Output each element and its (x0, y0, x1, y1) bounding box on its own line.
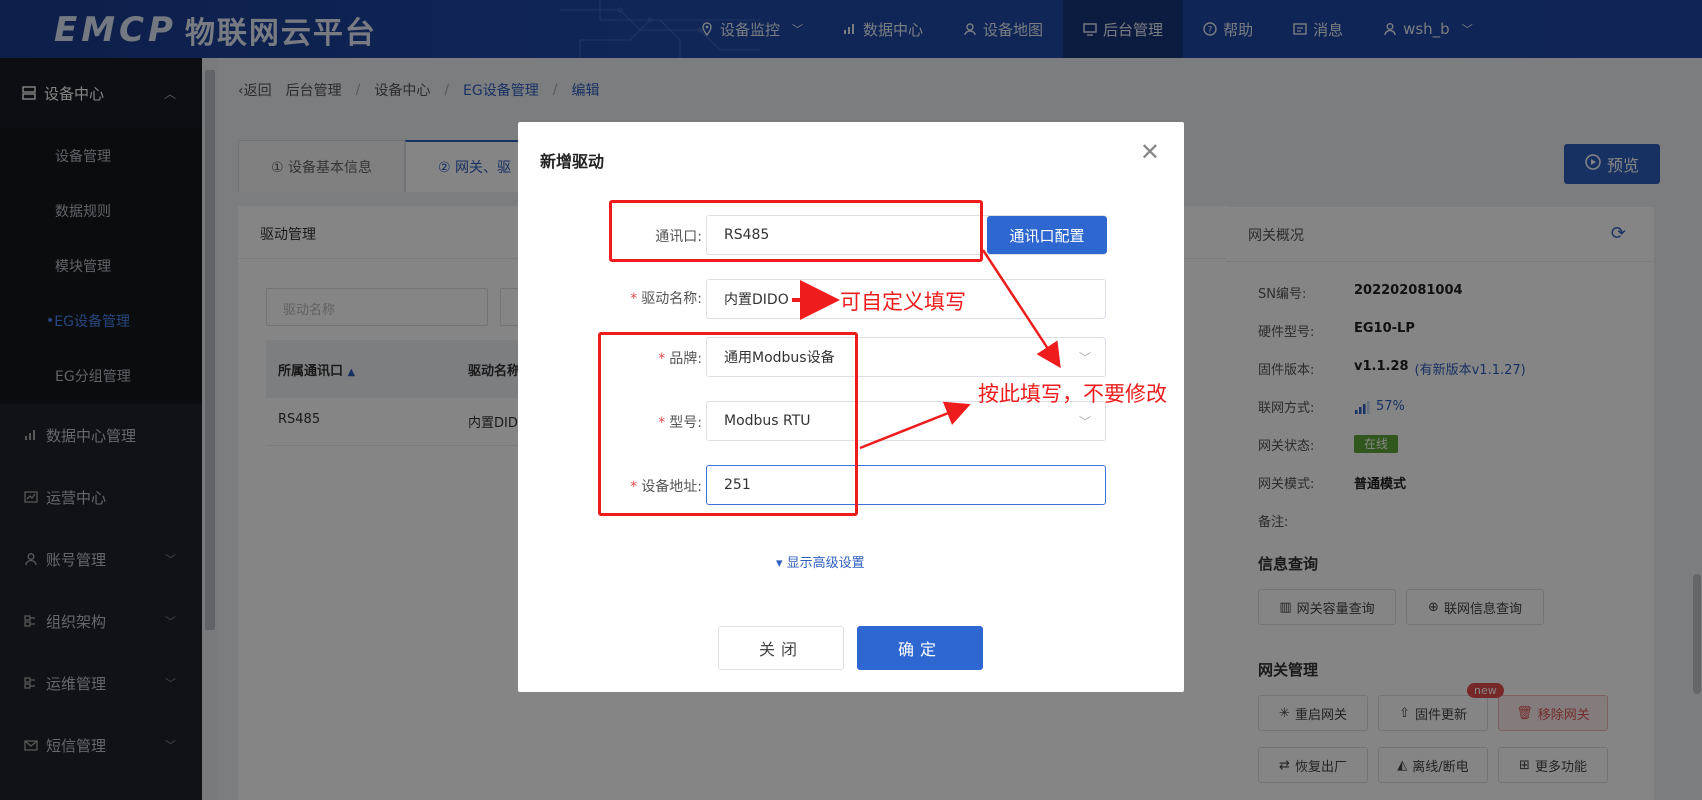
arrow-from-fixed-fields (859, 401, 971, 450)
annotation-arrows (792, 249, 1061, 450)
arrow-to-fixed-fields (981, 249, 1061, 369)
